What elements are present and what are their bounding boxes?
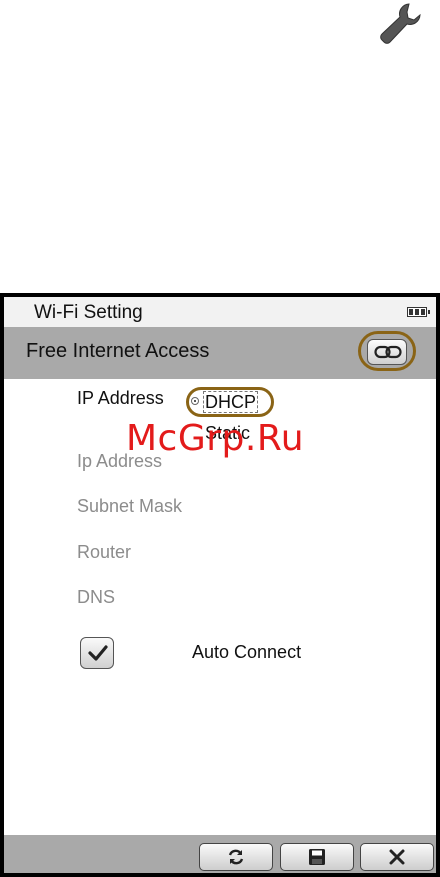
auto-connect-checkbox[interactable] bbox=[80, 637, 114, 669]
connect-button[interactable] bbox=[367, 339, 407, 365]
status-bar: Wi-Fi Setting bbox=[4, 297, 436, 327]
wrench-icon[interactable] bbox=[376, 0, 424, 46]
save-button[interactable] bbox=[280, 843, 354, 871]
link-icon bbox=[374, 345, 402, 359]
refresh-icon bbox=[228, 849, 244, 865]
checkmark-icon bbox=[88, 645, 108, 661]
ip-address-mode-label: IP Address bbox=[77, 388, 164, 408]
dhcp-option[interactable]: DHCP bbox=[203, 391, 259, 413]
screen-title: Wi-Fi Setting bbox=[34, 302, 143, 323]
subnet-mask-field-label: Subnet Mask bbox=[77, 496, 183, 516]
bottom-toolbar bbox=[4, 835, 436, 873]
close-icon bbox=[389, 849, 405, 865]
save-icon bbox=[309, 849, 325, 865]
router-field-label: Router bbox=[77, 542, 132, 562]
battery-icon bbox=[407, 307, 430, 317]
network-name: Free Internet Access bbox=[26, 340, 210, 362]
device-frame: Wi-Fi Setting Free Internet Access IP Ad… bbox=[0, 293, 440, 877]
ip-address-field-label: Ip Address bbox=[77, 451, 163, 471]
auto-connect-label: Auto Connect bbox=[192, 642, 302, 662]
dns-field-label: DNS bbox=[77, 587, 116, 607]
device-screen: Wi-Fi Setting Free Internet Access IP Ad… bbox=[4, 297, 436, 873]
network-header: Free Internet Access bbox=[4, 327, 436, 379]
close-button[interactable] bbox=[360, 843, 434, 871]
refresh-button[interactable] bbox=[199, 843, 273, 871]
